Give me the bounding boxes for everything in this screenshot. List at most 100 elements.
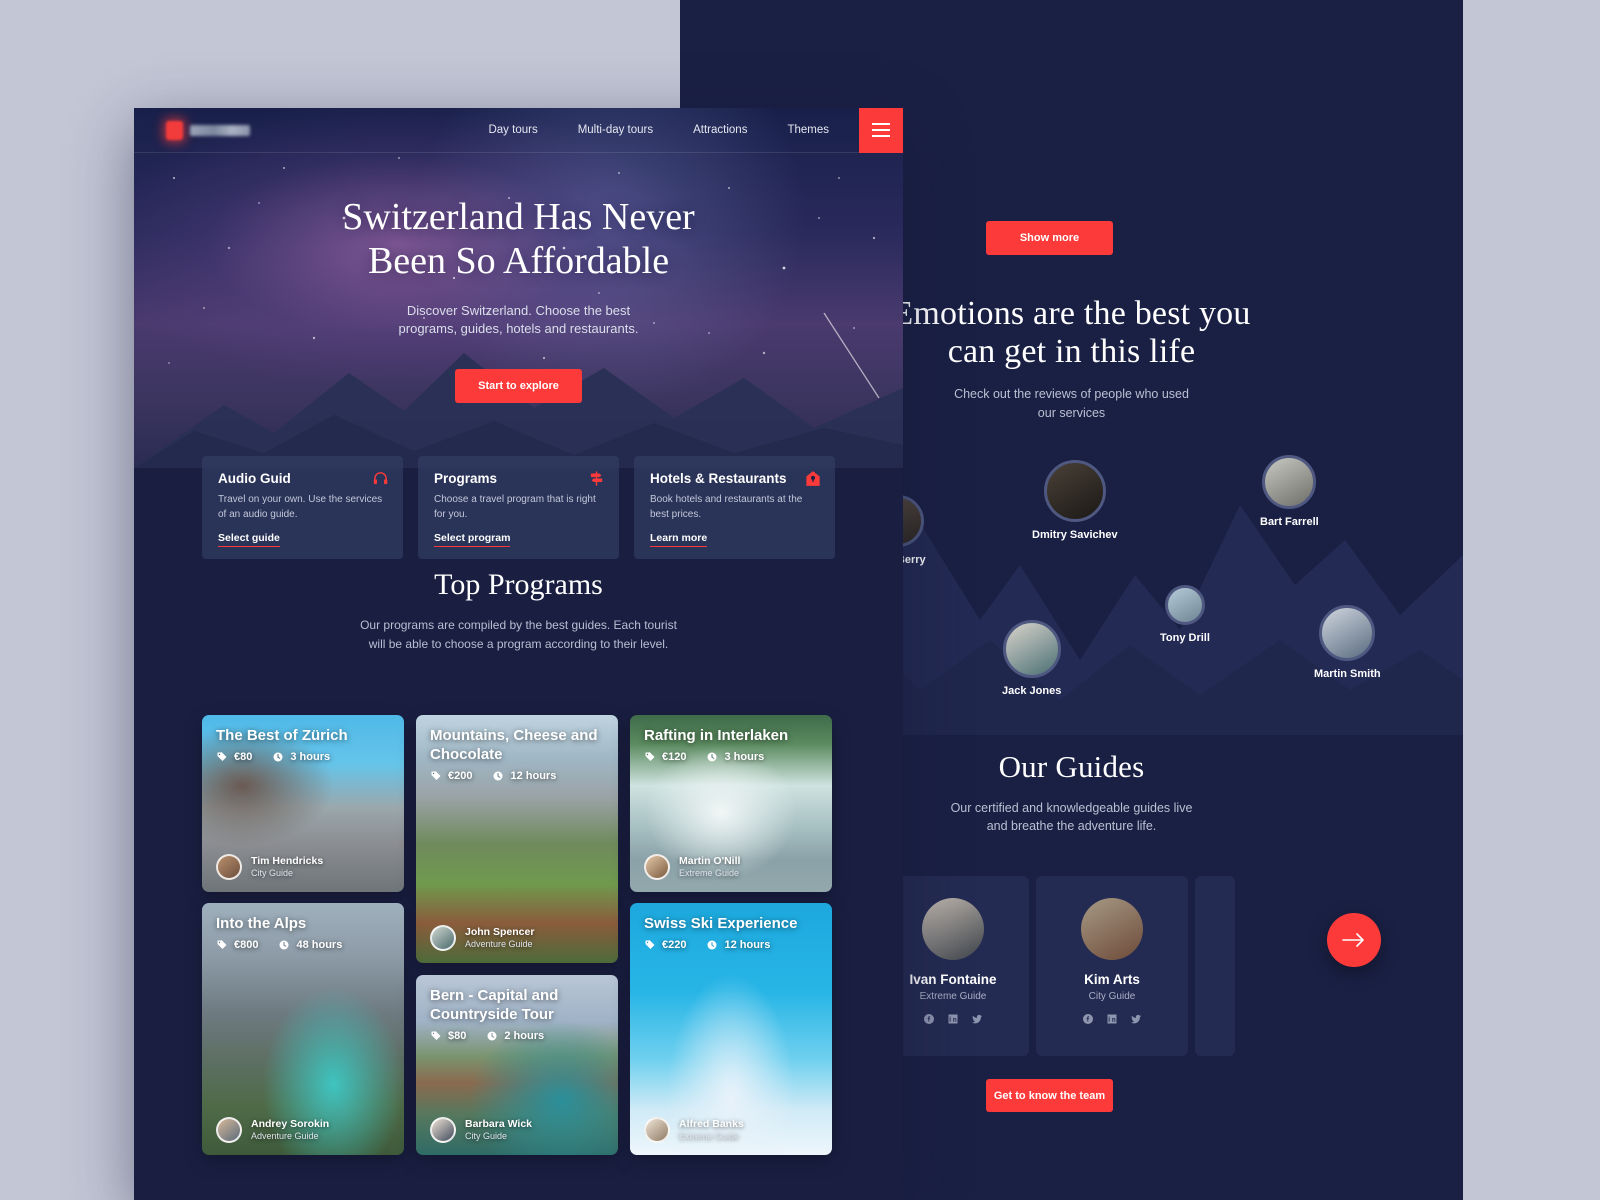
get-to-know-team-button[interactable]: Get to know the team — [986, 1079, 1113, 1112]
program-card-rafting[interactable]: Rafting in Interlaken €120 3 hours Marti… — [630, 715, 832, 892]
clock-icon — [487, 1031, 497, 1041]
guide-role: Extreme Guide — [679, 1130, 740, 1141]
nav-item-attractions[interactable]: Attractions — [693, 124, 747, 136]
guide-role: Extreme Guide — [679, 867, 740, 878]
carousel-next-button[interactable] — [1327, 913, 1381, 967]
nav-item-day-tours[interactable]: Day tours — [488, 124, 537, 136]
top-programs-header: Top Programs Our programs are compiled b… — [134, 568, 903, 653]
avatar — [216, 1117, 242, 1143]
reviewer-jack-jones[interactable]: Jack Jones — [1002, 620, 1061, 697]
logo-wordmark — [190, 124, 250, 136]
tag-icon — [431, 771, 441, 780]
avatar — [1002, 620, 1061, 678]
program-guide: Martin O'Nill Extreme Guide — [644, 854, 740, 880]
guide-name: John Spencer — [465, 925, 535, 938]
tag-icon — [645, 752, 655, 761]
twitter-icon[interactable] — [1130, 1013, 1142, 1025]
tag-icon — [431, 1031, 441, 1040]
program-duration: 2 hours — [486, 1030, 544, 1042]
program-meta: €800 48 hours — [216, 939, 342, 951]
program-price: €200 — [430, 770, 472, 782]
guide-name: Barbara Wick — [465, 1117, 533, 1130]
feature-card-hotels-restaurants[interactable]: Hotels & Restaurants Book hotels and res… — [634, 456, 835, 559]
guide-card-kim-arts[interactable]: Kim Arts City Guide — [1036, 876, 1188, 1056]
avatar — [644, 1117, 670, 1143]
clock-icon — [707, 940, 717, 950]
guide-card-next-partial[interactable] — [1195, 876, 1235, 1056]
program-card-bern[interactable]: Bern - Capital and Countryside Tour $80 … — [416, 975, 618, 1155]
feature-title: Programs — [434, 471, 498, 486]
hero-title-line2: Been So Affordable — [367, 240, 670, 283]
reviewer-dmitry-savichev[interactable]: Dmitry Savichev — [1032, 460, 1118, 541]
avatar — [644, 854, 670, 880]
nav-item-themes[interactable]: Themes — [787, 124, 829, 136]
feature-description: Book hotels and restaurants at the best … — [650, 494, 803, 520]
hero-title-line1: Switzerland Has Never — [342, 196, 695, 238]
program-card-mountains-cheese-chocolate[interactable]: Mountains, Cheese and Chocolate €200 12 … — [416, 715, 618, 963]
headphones-icon — [372, 470, 389, 492]
show-more-button[interactable]: Show more — [986, 221, 1113, 255]
guide-name: Kim Arts — [1084, 972, 1140, 987]
program-price: $80 — [430, 1030, 466, 1042]
feature-card-programs[interactable]: Programs Choose a travel program that is… — [418, 456, 619, 559]
reviewer-tony-drill[interactable]: Tony Drill — [1160, 585, 1210, 644]
guide-role: Adventure Guide — [465, 938, 533, 949]
top-programs-subtitle-line1: Our programs are compiled by the best gu… — [360, 618, 677, 632]
facebook-icon[interactable] — [1082, 1013, 1094, 1025]
program-meta: €80 3 hours — [216, 751, 330, 763]
start-to-explore-button[interactable]: Start to explore — [455, 368, 582, 403]
programs-grid: The Best of Zürich €80 3 hours Tim Hendr… — [202, 715, 835, 1155]
guide-role: City Guide — [465, 1130, 508, 1141]
program-card-zurich[interactable]: The Best of Zürich €80 3 hours Tim Hendr… — [202, 715, 404, 892]
avatar — [1262, 455, 1317, 509]
twitter-icon[interactable] — [971, 1013, 983, 1025]
program-title: Mountains, Cheese and Chocolate — [430, 727, 598, 763]
program-card-into-the-alps[interactable]: Into the Alps €800 48 hours Andrey Sorok… — [202, 903, 404, 1155]
social-links — [1036, 1013, 1188, 1025]
program-guide: Tim Hendricks City Guide — [216, 854, 323, 880]
feature-link[interactable]: Learn more — [650, 532, 708, 547]
guide-name: Martin O'Nill — [679, 854, 741, 867]
facebook-icon[interactable] — [923, 1013, 935, 1025]
screenshot-canvas: Bern - Capital and Countryside Tour $80 … — [0, 0, 1600, 1200]
program-guide: Barbara Wick City Guide — [430, 1117, 532, 1143]
nav-item-multi-day-tours[interactable]: Multi-day tours — [578, 124, 653, 136]
linkedin-icon[interactable] — [1106, 1013, 1118, 1025]
guide-name: Alfred Banks — [679, 1117, 744, 1130]
tag-icon — [217, 752, 227, 761]
clock-icon — [273, 752, 283, 762]
feature-link[interactable]: Select guide — [218, 532, 280, 547]
program-duration: 48 hours — [278, 939, 342, 951]
logo-mark-icon — [166, 120, 183, 140]
program-duration: 12 hours — [492, 770, 556, 782]
program-price: €120 — [644, 751, 686, 763]
hero-subtitle-line1: Discover Switzerland. Choose the best — [406, 302, 631, 318]
tag-icon — [217, 940, 227, 949]
program-duration: 3 hours — [272, 751, 330, 763]
signpost-icon — [588, 470, 605, 492]
top-programs-subtitle-line2: will be able to choose a program accordi… — [368, 636, 669, 651]
feature-card-audio-guide[interactable]: Audio Guid Travel on your own. Use the s… — [202, 456, 403, 559]
feature-cards-row: Audio Guid Travel on your own. Use the s… — [202, 456, 835, 559]
site-logo[interactable] — [166, 120, 250, 140]
program-card-swiss-ski[interactable]: Swiss Ski Experience €220 12 hours Alfre… — [630, 903, 832, 1155]
program-meta: €200 12 hours — [430, 770, 556, 782]
hero-subtitle-line2: programs, guides, hotels and restaurants… — [398, 321, 639, 337]
feature-link[interactable]: Select program — [434, 532, 511, 547]
avatar — [1081, 898, 1143, 960]
reviewer-name: Martin Smith — [1314, 668, 1381, 680]
reviewer-name: Bart Farrell — [1260, 516, 1319, 528]
feature-description: Travel on your own. Use the services of … — [218, 494, 383, 520]
avatar — [1319, 605, 1376, 661]
hero-section: Day tours Multi-day tours Attractions Th… — [134, 108, 903, 468]
hamburger-menu-icon[interactable] — [859, 108, 903, 153]
program-meta: €220 12 hours — [644, 939, 770, 951]
reviewer-martin-smith[interactable]: Martin Smith — [1314, 605, 1381, 680]
avatar — [1043, 460, 1106, 522]
reviewer-bart-farrell[interactable]: Bart Farrell — [1260, 455, 1319, 528]
reviewer-name: Jack Jones — [1002, 685, 1062, 697]
main-landing-page: Day tours Multi-day tours Attractions Th… — [134, 108, 903, 1200]
linkedin-icon[interactable] — [947, 1013, 959, 1025]
feature-title: Audio Guid — [218, 471, 291, 486]
nav-links: Day tours Multi-day tours Attractions Th… — [488, 124, 829, 136]
